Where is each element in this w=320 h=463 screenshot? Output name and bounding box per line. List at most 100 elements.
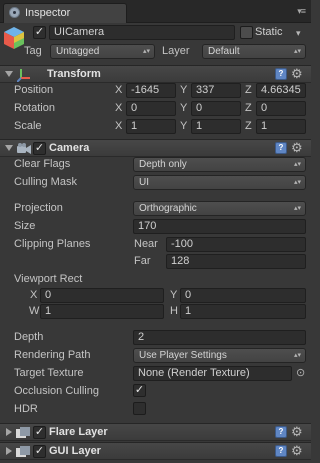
- dropdown-arrow-icon: ▴▾: [293, 179, 301, 186]
- axis-x-label: X: [115, 102, 123, 114]
- object-header: ✓ UICamera Static ▾ Tag Untagged ▴▾ Laye…: [0, 23, 311, 65]
- camera-header[interactable]: ✓ Camera ? ⚙: [0, 139, 311, 157]
- projection-dropdown[interactable]: Orthographic ▴▾: [133, 201, 306, 216]
- viewport-y-label: Y: [170, 289, 178, 301]
- camera-title: Camera: [49, 142, 90, 154]
- scale-label: Scale: [14, 120, 42, 132]
- dropdown-arrow-icon: ▴▾: [142, 48, 150, 55]
- rotation-y-field[interactable]: 0: [191, 101, 241, 116]
- tab-inspector-label: Inspector: [25, 7, 71, 19]
- flare-layer-icon: [16, 427, 30, 439]
- flare-layer-checkbox[interactable]: ✓: [33, 426, 46, 439]
- layer-dropdown[interactable]: Default ▴▾: [202, 44, 306, 59]
- position-x-field[interactable]: -1645: [126, 83, 176, 98]
- help-icon[interactable]: ?: [275, 445, 287, 457]
- help-icon[interactable]: ?: [275, 142, 287, 154]
- foldout-arrow-icon[interactable]: [6, 428, 12, 436]
- transform-header[interactable]: Transform ? ⚙: [0, 65, 311, 83]
- dropdown-arrow-icon: ▴▾: [293, 48, 301, 55]
- position-y-field[interactable]: 337: [191, 83, 241, 98]
- gui-layer-title: GUI Layer: [49, 445, 101, 457]
- gui-layer-icon: [16, 446, 30, 458]
- foldout-arrow-icon[interactable]: [5, 71, 13, 77]
- rotation-label: Rotation: [14, 102, 55, 114]
- object-picker-icon[interactable]: ⊙: [296, 366, 305, 379]
- axis-z-label: Z: [245, 102, 252, 114]
- help-icon[interactable]: ?: [275, 426, 287, 438]
- object-name-field[interactable]: UICamera: [49, 25, 235, 40]
- axis-y-label: Y: [180, 102, 188, 114]
- dropdown-arrow-icon: ▴▾: [293, 205, 301, 212]
- scale-y-field[interactable]: 1: [191, 119, 241, 134]
- axis-z-label: Z: [245, 120, 252, 132]
- tab-inspector[interactable]: Inspector: [3, 3, 127, 23]
- rendering-path-value: Use Player Settings: [139, 350, 227, 361]
- rotation-z-field[interactable]: 0: [256, 101, 306, 116]
- static-label: Static: [255, 26, 283, 38]
- foldout-arrow-icon[interactable]: [5, 145, 13, 151]
- depth-field[interactable]: 2: [133, 330, 306, 345]
- gear-icon[interactable]: ⚙: [291, 425, 303, 439]
- projection-label: Projection: [14, 202, 63, 214]
- depth-label: Depth: [14, 331, 44, 343]
- tag-dropdown[interactable]: Untagged ▴▾: [50, 44, 155, 59]
- size-label: Size: [14, 220, 36, 232]
- dropdown-arrow-icon: ▴▾: [293, 161, 301, 168]
- rendering-path-label: Rendering Path: [14, 349, 91, 361]
- camera-enabled-checkbox[interactable]: ✓: [33, 142, 46, 155]
- clear-flags-dropdown[interactable]: Depth only ▴▾: [133, 157, 306, 172]
- gui-layer-header[interactable]: ✓ GUI Layer ? ⚙: [0, 442, 311, 460]
- tag-value: Untagged: [56, 46, 100, 57]
- rotation-x-field[interactable]: 0: [126, 101, 176, 116]
- viewport-x-label: X: [30, 289, 38, 301]
- viewport-x-field[interactable]: 0: [40, 288, 164, 303]
- viewport-h-field[interactable]: 1: [180, 304, 306, 319]
- occlusion-culling-label: Occlusion Culling: [14, 385, 99, 397]
- position-z-field[interactable]: 4.66345: [256, 83, 306, 98]
- foldout-arrow-icon[interactable]: [6, 447, 12, 455]
- transform-axes-icon: [16, 68, 31, 83]
- gear-icon[interactable]: ⚙: [291, 444, 303, 458]
- gui-layer-checkbox[interactable]: ✓: [33, 445, 46, 458]
- axis-x-label: X: [115, 120, 123, 132]
- scale-z-field[interactable]: 1: [256, 119, 306, 134]
- help-icon[interactable]: ?: [275, 68, 287, 80]
- rendering-path-dropdown[interactable]: Use Player Settings ▴▾: [133, 348, 306, 363]
- gear-icon[interactable]: ⚙: [291, 67, 303, 81]
- projection-value: Orthographic: [139, 203, 197, 214]
- axis-z-label: Z: [245, 84, 252, 96]
- occlusion-culling-checkbox[interactable]: ✓: [133, 384, 146, 397]
- axis-x-label: X: [115, 84, 123, 96]
- axis-y-label: Y: [180, 120, 188, 132]
- tab-menu-icon[interactable]: ▾≡: [297, 6, 306, 17]
- transform-rotation-row: Rotation X 0 Y 0 Z 0: [0, 101, 311, 119]
- culling-mask-dropdown[interactable]: UI ▴▾: [133, 175, 306, 190]
- object-active-checkbox[interactable]: ✓: [33, 26, 46, 39]
- target-texture-label: Target Texture: [14, 367, 84, 379]
- hdr-label: HDR: [14, 403, 38, 415]
- axis-y-label: Y: [180, 84, 188, 96]
- clear-flags-label: Clear Flags: [14, 158, 71, 170]
- static-dropdown-icon[interactable]: ▾: [296, 28, 301, 39]
- far-field[interactable]: 128: [166, 254, 306, 269]
- static-checkbox[interactable]: [240, 26, 253, 39]
- viewport-w-field[interactable]: 1: [40, 304, 164, 319]
- flare-layer-header[interactable]: ✓ Flare Layer ? ⚙: [0, 423, 311, 441]
- size-field[interactable]: 170: [133, 219, 306, 234]
- viewport-h-label: H: [170, 305, 178, 317]
- target-texture-field[interactable]: None (Render Texture): [133, 366, 292, 381]
- tag-label: Tag: [24, 45, 42, 57]
- hdr-checkbox[interactable]: [133, 402, 146, 415]
- near-field[interactable]: -100: [166, 237, 306, 252]
- position-label: Position: [14, 84, 54, 96]
- viewport-w-label: W: [29, 305, 40, 317]
- gear-icon[interactable]: ⚙: [291, 141, 303, 155]
- inspector-icon: [9, 7, 20, 18]
- clipping-planes-label: Clipping Planes: [14, 238, 91, 250]
- clear-flags-value: Depth only: [139, 159, 187, 170]
- camera-icon: [16, 143, 32, 155]
- gameobject-cube-icon: [3, 26, 25, 50]
- scale-x-field[interactable]: 1: [126, 119, 176, 134]
- culling-mask-label: Culling Mask: [14, 176, 77, 188]
- viewport-y-field[interactable]: 0: [180, 288, 306, 303]
